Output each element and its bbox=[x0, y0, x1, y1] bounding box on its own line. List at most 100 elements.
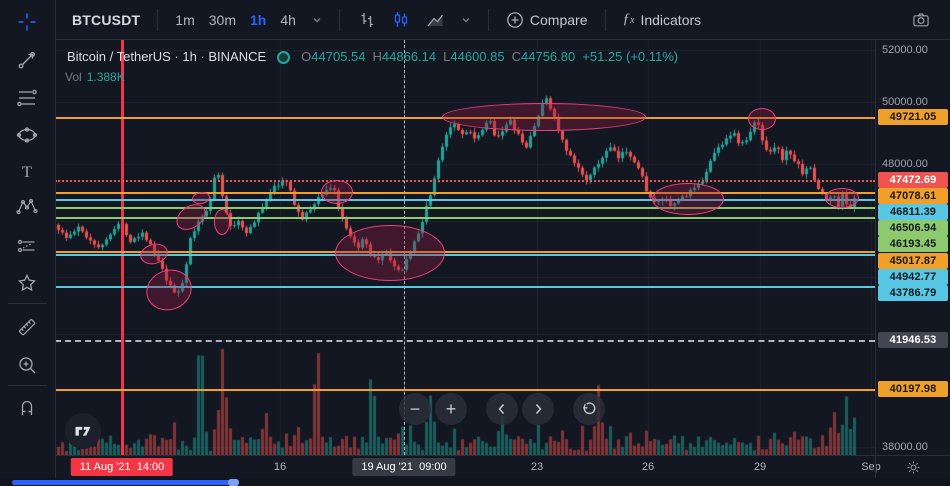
price-axis-badge: 46193.45 bbox=[878, 236, 948, 252]
price-level-line[interactable] bbox=[55, 207, 875, 209]
interval-1m[interactable]: 1m bbox=[168, 8, 201, 32]
zoom-in-button[interactable]: + bbox=[435, 393, 467, 425]
fib-retracement-tool[interactable] bbox=[11, 82, 43, 114]
compare-button[interactable]: Compare bbox=[499, 7, 595, 33]
ellipse-shape-tool[interactable] bbox=[11, 119, 43, 151]
screenshot-camera-icon[interactable] bbox=[904, 6, 938, 34]
chart-nav-controls: − + bbox=[399, 393, 609, 425]
chart-type-bars-icon[interactable] bbox=[350, 6, 384, 34]
tradingview-app: BTCUSDT 1m 30m 1h 4h bbox=[0, 0, 950, 486]
tradingview-logo[interactable] bbox=[65, 413, 101, 449]
separator bbox=[157, 9, 158, 31]
chart-type-candles-icon[interactable] bbox=[384, 6, 418, 34]
top-toolbar: BTCUSDT 1m 30m 1h 4h bbox=[55, 0, 950, 40]
ellipse-annotation[interactable] bbox=[321, 180, 353, 204]
open-value: 44705.54 bbox=[311, 49, 365, 64]
chart-legend: Bitcoin / TetherUS · 1h · BINANCE O44705… bbox=[65, 48, 678, 86]
zoom-out-button[interactable]: − bbox=[399, 393, 431, 425]
minus-icon: − bbox=[410, 399, 421, 420]
interval-4h[interactable]: 4h bbox=[273, 8, 303, 32]
indicators-button[interactable]: ƒx Indicators bbox=[616, 7, 709, 32]
sidebar-divider bbox=[8, 385, 47, 386]
chart-type-menu-chevron-icon[interactable] bbox=[454, 11, 478, 29]
price-axis-badge: 46506.94 bbox=[878, 220, 948, 236]
separator bbox=[605, 9, 606, 31]
price-axis-badge: 47472.69 bbox=[878, 172, 948, 188]
price-level-line[interactable] bbox=[55, 251, 875, 253]
measure-ruler-tool[interactable] bbox=[11, 311, 43, 343]
time-axis[interactable]: 16232629Sep11 Aug '21 14:0019 Aug '21 09… bbox=[55, 455, 875, 479]
fx-icon: ƒx bbox=[623, 11, 635, 28]
reset-chart-button[interactable] bbox=[573, 393, 605, 425]
pair-title[interactable]: Bitcoin / TetherUS · 1h · BINANCE bbox=[67, 48, 266, 66]
compare-label: Compare bbox=[530, 12, 588, 28]
interval-30m[interactable]: 30m bbox=[202, 8, 243, 32]
bottom-scrollbar-track bbox=[0, 478, 950, 486]
close-value: 44756.80 bbox=[521, 49, 575, 64]
ellipse-annotation[interactable] bbox=[652, 183, 724, 215]
price-level-line[interactable] bbox=[55, 199, 875, 201]
scroll-left-button[interactable] bbox=[486, 393, 518, 425]
price-axis-badge: 49721.05 bbox=[878, 109, 948, 125]
forecast-projection-tool[interactable] bbox=[11, 230, 43, 262]
volume-value: 1.388K bbox=[87, 70, 125, 84]
high-value: 44866.14 bbox=[382, 49, 436, 64]
price-level-line[interactable] bbox=[55, 180, 875, 182]
time-axis-badge: 19 Aug '21 09:00 bbox=[352, 458, 455, 476]
price-axis-badge: 44942.77 bbox=[878, 269, 948, 285]
vertical-line-annotation[interactable] bbox=[121, 40, 124, 455]
price-level-line[interactable] bbox=[55, 340, 875, 342]
open-label: O bbox=[301, 49, 311, 64]
price-level-line[interactable] bbox=[55, 389, 875, 391]
symbol-label: BTCUSDT bbox=[72, 12, 140, 28]
reset-arrow-icon bbox=[581, 401, 597, 417]
axis-settings-corner[interactable] bbox=[875, 455, 950, 479]
ellipse-annotation[interactable] bbox=[825, 188, 859, 208]
plus-icon: + bbox=[446, 399, 457, 420]
price-axis-badge: 45017.87 bbox=[878, 253, 948, 269]
indicators-label: Indicators bbox=[640, 12, 701, 28]
price-axis-label: 52000.00 bbox=[882, 44, 928, 56]
crosshair-tool[interactable] bbox=[11, 6, 43, 38]
chart-pane[interactable]: Bitcoin / TetherUS · 1h · BINANCE O44705… bbox=[55, 40, 875, 455]
price-axis-label: 38000.00 bbox=[882, 441, 928, 453]
price-axis-badge: 43786.79 bbox=[878, 285, 948, 301]
price-axis-label: 50000.00 bbox=[882, 96, 928, 108]
scroll-right-button[interactable] bbox=[522, 393, 554, 425]
ellipse-annotation[interactable] bbox=[442, 103, 646, 131]
favorites-star-tool[interactable] bbox=[11, 267, 43, 299]
zoom-in-tool[interactable] bbox=[11, 349, 43, 381]
ellipse-annotation[interactable] bbox=[748, 108, 776, 130]
scrollbar-handle[interactable] bbox=[228, 479, 239, 486]
time-axis-badge: 11 Aug '21 14:00 bbox=[71, 458, 173, 476]
svg-text:T: T bbox=[22, 164, 32, 181]
chart-type-area-icon[interactable] bbox=[418, 6, 452, 34]
close-label: C bbox=[512, 49, 521, 64]
chevron-left-icon bbox=[496, 403, 508, 415]
separator bbox=[488, 9, 489, 31]
price-axis[interactable]: 52000.0050000.0048000.0040000.0038000.00… bbox=[875, 40, 950, 455]
symbol-button[interactable]: BTCUSDT bbox=[65, 8, 147, 32]
market-status-dot-icon[interactable] bbox=[277, 51, 290, 64]
magnet-tool[interactable] bbox=[11, 391, 43, 423]
price-axis-badge: 40197.98 bbox=[878, 381, 948, 397]
price-level-line[interactable] bbox=[55, 192, 875, 194]
time-axis-label: 16 bbox=[274, 461, 286, 473]
interval-1h[interactable]: 1h bbox=[243, 8, 273, 32]
separator bbox=[339, 9, 340, 31]
change-value: +51.25 (+0.11%) bbox=[582, 48, 678, 66]
time-axis-label: 23 bbox=[531, 461, 543, 473]
ellipse-annotation[interactable] bbox=[335, 225, 445, 281]
price-level-line[interactable] bbox=[55, 254, 875, 256]
interval-menu-chevron-icon[interactable] bbox=[305, 11, 329, 29]
trend-line-tool[interactable] bbox=[11, 44, 43, 76]
xabcd-pattern-tool[interactable] bbox=[11, 191, 43, 223]
high-label: H bbox=[373, 49, 382, 64]
plus-circle-icon bbox=[506, 11, 524, 29]
volume-label: Vol bbox=[65, 70, 82, 84]
ellipse-annotation[interactable] bbox=[214, 209, 230, 235]
price-axis-badge: 46811.39 bbox=[878, 204, 948, 220]
text-tool[interactable]: T bbox=[11, 156, 43, 188]
low-value: 44600.85 bbox=[450, 49, 504, 64]
bottom-scrollbar-thumb[interactable] bbox=[12, 480, 231, 485]
